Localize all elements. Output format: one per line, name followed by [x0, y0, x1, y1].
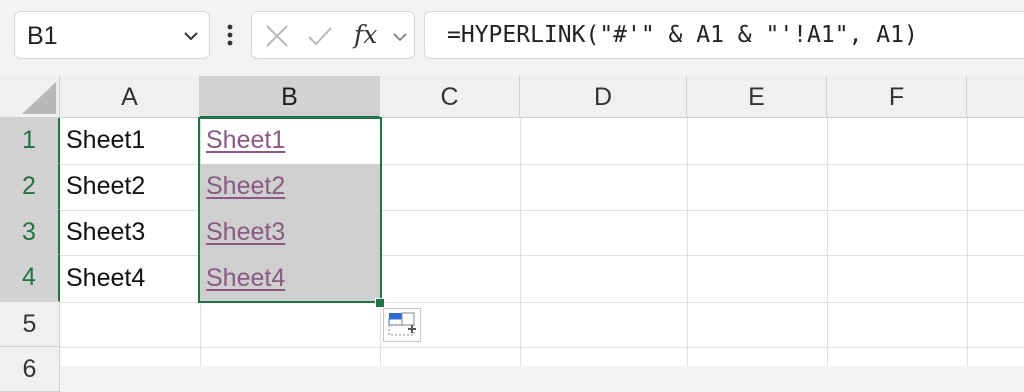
cell-a3[interactable]: Sheet3	[60, 210, 200, 255]
chevron-down-icon[interactable]	[391, 28, 409, 46]
check-icon[interactable]	[307, 23, 333, 49]
formula-text: =HYPERLINK("#'" & A1 & "'!A1", A1)	[447, 22, 918, 48]
row-header-1[interactable]: 1	[0, 118, 60, 164]
cell-a2[interactable]: Sheet2	[60, 164, 200, 209]
formula-tools: fx	[251, 11, 415, 59]
quick-analysis-icon	[388, 312, 416, 336]
column-header-b[interactable]: B	[200, 76, 380, 118]
quick-analysis-button[interactable]	[383, 308, 421, 342]
gridline	[827, 118, 828, 366]
column-header-e[interactable]: E	[687, 76, 827, 118]
cell-b2-hyperlink[interactable]: Sheet2	[200, 164, 380, 209]
column-header-f[interactable]: F	[827, 76, 967, 118]
select-all-icon	[22, 82, 56, 114]
formula-input[interactable]: =HYPERLINK("#'" & A1 & "'!A1", A1)	[424, 11, 1024, 59]
cell-b1-hyperlink[interactable]: Sheet1	[200, 118, 380, 163]
name-box-value: B1	[27, 22, 58, 50]
worksheet-grid: A B C D E F 1 2 3 4 5 6 Sheet1 Sheet2 Sh…	[0, 76, 1024, 392]
column-header-c[interactable]: C	[380, 76, 520, 118]
formula-bar-row: B1 fx =HYPERLINK("#'" & A1 & "'!A1", A1)	[0, 0, 1024, 76]
column-header-a[interactable]: A	[60, 76, 200, 118]
gridline	[687, 118, 688, 366]
row-header-2[interactable]: 2	[0, 164, 60, 210]
vertical-ellipsis-icon[interactable]	[220, 18, 240, 52]
cell-b4-hyperlink[interactable]: Sheet4	[200, 256, 380, 301]
column-header-overflow[interactable]	[967, 76, 1024, 118]
fill-handle[interactable]	[375, 298, 385, 308]
fx-icon[interactable]: fx	[354, 20, 377, 49]
row-header-3[interactable]: 3	[0, 210, 60, 255]
cell-b3-hyperlink[interactable]: Sheet3	[200, 210, 380, 255]
cell-a4[interactable]: Sheet4	[60, 256, 200, 301]
cell-a1[interactable]: Sheet1	[60, 118, 200, 163]
chevron-down-icon[interactable]	[181, 26, 201, 46]
column-header-d[interactable]: D	[520, 76, 687, 118]
row-header-5[interactable]: 5	[0, 302, 60, 347]
gridline	[380, 118, 381, 366]
gridline	[520, 118, 521, 366]
name-box[interactable]: B1	[14, 11, 210, 59]
gridline	[60, 347, 1024, 348]
row-header-6[interactable]: 6	[0, 347, 60, 392]
row-header-4[interactable]: 4	[0, 255, 60, 302]
x-icon[interactable]	[264, 23, 290, 49]
gridline	[967, 118, 968, 366]
gridline	[60, 302, 1024, 303]
select-all-button[interactable]	[0, 76, 60, 118]
